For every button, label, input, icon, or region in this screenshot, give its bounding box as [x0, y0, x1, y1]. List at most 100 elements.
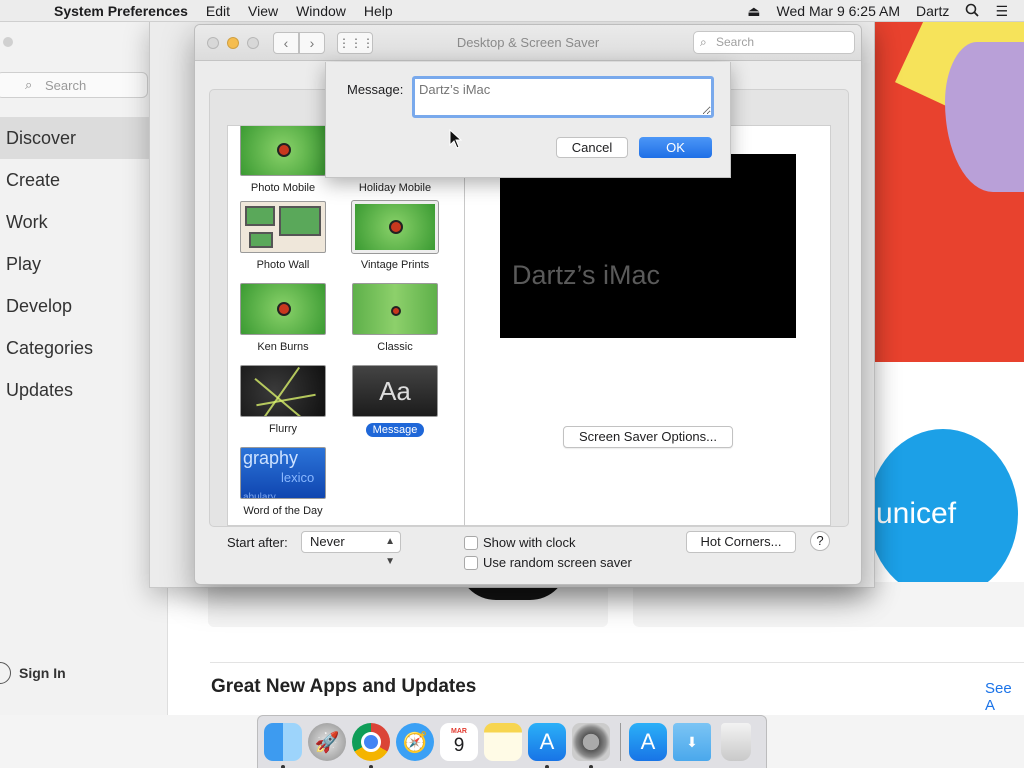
checkbox-label: Use random screen saver: [483, 555, 632, 570]
menu-user[interactable]: Dartz: [916, 3, 949, 19]
help-button[interactable]: ?: [810, 531, 830, 551]
message-input[interactable]: [412, 76, 714, 118]
saver-ken-burns[interactable]: Ken Burns: [228, 283, 338, 353]
nav-play[interactable]: Play: [0, 243, 150, 285]
saver-thumbnail: [352, 283, 438, 335]
saver-label: Photo Wall: [256, 259, 310, 271]
window-close-button[interactable]: [3, 37, 13, 47]
saver-label: Vintage Prints: [360, 259, 430, 271]
nav-discover[interactable]: Discover: [0, 117, 150, 159]
hot-corners-button[interactable]: Hot Corners...: [686, 531, 796, 553]
app-store-icon[interactable]: A: [528, 723, 566, 768]
saver-label: Photo Mobile: [250, 182, 316, 194]
menu-bar: System Preferences Edit View Window Help…: [0, 0, 1024, 22]
saver-flurry[interactable]: Flurry: [228, 365, 338, 435]
calendar-day: 9: [453, 734, 465, 756]
saver-label: Word of the Day: [243, 505, 323, 517]
unicef-logo-text: unicef: [876, 497, 957, 530]
menu-help[interactable]: Help: [364, 3, 393, 19]
checkbox-box[interactable]: [464, 555, 478, 570]
notes-icon[interactable]: [484, 723, 522, 761]
nav-updates[interactable]: Updates: [0, 369, 150, 411]
app-store-search-field[interactable]: ⌕ Search: [0, 72, 148, 98]
nav-develop[interactable]: Develop: [0, 285, 150, 327]
trash-icon[interactable]: [721, 723, 751, 761]
menu-view[interactable]: View: [248, 3, 278, 19]
eject-icon[interactable]: ⏏: [747, 3, 760, 20]
safari-icon[interactable]: 🧭: [396, 723, 434, 761]
preferences-search-field[interactable]: ⌕ Search: [693, 31, 855, 54]
show-with-clock-checkbox[interactable]: Show with clock: [464, 535, 575, 550]
saver-label: Ken Burns: [257, 341, 309, 353]
search-placeholder: Search: [716, 35, 755, 49]
ladybug-icon: [391, 306, 401, 316]
saver-thumbnail: Aa: [352, 365, 438, 417]
nav-work[interactable]: Work: [0, 201, 150, 243]
system-preferences-icon[interactable]: [572, 723, 610, 768]
saver-thumbnail: [351, 200, 439, 254]
app-menu[interactable]: System Preferences: [54, 3, 188, 19]
account-icon: [0, 662, 11, 684]
saver-photo-wall[interactable]: Photo Wall: [228, 201, 338, 271]
saver-label: Flurry: [268, 423, 298, 435]
dock: 🚀 🧭 MAR 9 A A ⬇: [257, 715, 767, 768]
featured-banner[interactable]: [875, 22, 1024, 362]
updown-chevron-icon: ▲ ▼: [385, 536, 395, 567]
saver-thumbnail: [240, 201, 326, 253]
ladybug-icon: [277, 143, 291, 157]
menu-bar-extras: ⏏ Wed Mar 9 6:25 AM Dartz ☰: [747, 0, 1024, 22]
saver-classic[interactable]: Classic: [340, 283, 450, 353]
start-after-label: Start after:: [227, 535, 288, 550]
saver-word-of-the-day[interactable]: graphy lexico abulary Word of the Day: [228, 447, 338, 517]
saver-vintage-prints[interactable]: Vintage Prints: [340, 200, 450, 271]
see-all-link[interactable]: See A: [985, 680, 1024, 714]
start-after-value: Never: [310, 534, 345, 549]
random-screen-saver-checkbox[interactable]: Use random screen saver: [464, 555, 632, 570]
screen-saver-list[interactable]: Photo Mobile Holiday Mobile Photo Wall V…: [227, 125, 465, 526]
app-store-download-icon[interactable]: A: [629, 723, 667, 761]
menu-window[interactable]: Window: [296, 3, 346, 19]
ok-button[interactable]: OK: [639, 137, 712, 158]
sign-in-label: Sign In: [19, 665, 66, 681]
cancel-button[interactable]: Cancel: [556, 137, 628, 158]
calendar-icon[interactable]: MAR 9: [440, 723, 478, 761]
mouse-pointer-icon: [449, 129, 463, 149]
app-store-sidebar: ⌕ Search Discover Create Work Play Devel…: [0, 22, 168, 715]
section-title: Great New Apps and Updates: [211, 676, 477, 697]
saver-thumbnail: graphy lexico abulary: [240, 447, 326, 499]
downloads-folder-icon[interactable]: ⬇: [673, 723, 711, 761]
screen-saver-preview: Dartz’s iMac: [500, 154, 796, 338]
spotlight-icon[interactable]: [965, 3, 980, 20]
start-after-select[interactable]: Never ▲ ▼: [301, 531, 401, 567]
screen-saver-options-button[interactable]: Screen Saver Options...: [563, 426, 733, 448]
unicef-banner[interactable]: unicef: [868, 429, 1018, 599]
saver-photo-mobile[interactable]: Photo Mobile: [228, 126, 338, 194]
window-titlebar[interactable]: ‹ › ⋮⋮⋮ Desktop & Screen Saver ⌕ Search: [195, 25, 861, 61]
saver-thumbnail: [240, 283, 326, 335]
menu-clock[interactable]: Wed Mar 9 6:25 AM: [777, 3, 900, 19]
chrome-icon[interactable]: [352, 723, 390, 768]
menu-edit[interactable]: Edit: [206, 3, 230, 19]
screen-saver-preview-area: Dartz’s iMac Screen Saver Options...: [465, 125, 831, 526]
ladybug-icon: [277, 302, 291, 316]
message-sheet: Message: Cancel OK: [325, 62, 731, 178]
thumbnail-word: abulary: [243, 492, 276, 499]
banner-art-dots: [945, 42, 1024, 192]
saver-message[interactable]: Aa Message: [340, 365, 450, 437]
saver-label: Classic: [377, 341, 413, 353]
preview-message-text: Dartz’s iMac: [512, 260, 661, 290]
dock-separator: [620, 723, 621, 761]
calendar-month: MAR: [451, 727, 467, 735]
nav-categories[interactable]: Categories: [0, 327, 150, 369]
saver-thumbnail: [240, 365, 326, 417]
finder-icon[interactable]: [264, 723, 302, 768]
launchpad-icon[interactable]: 🚀: [308, 723, 346, 761]
notification-center-icon[interactable]: ☰: [995, 3, 1008, 20]
sign-in-button[interactable]: Sign In: [0, 662, 66, 684]
checkbox-box[interactable]: [464, 535, 478, 550]
thumbnail-word: lexico: [281, 470, 315, 485]
app-store-nav: Discover Create Work Play Develop Catego…: [0, 117, 150, 411]
story-card[interactable]: [633, 582, 1024, 627]
message-label: Message:: [347, 82, 404, 97]
nav-create[interactable]: Create: [0, 159, 150, 201]
